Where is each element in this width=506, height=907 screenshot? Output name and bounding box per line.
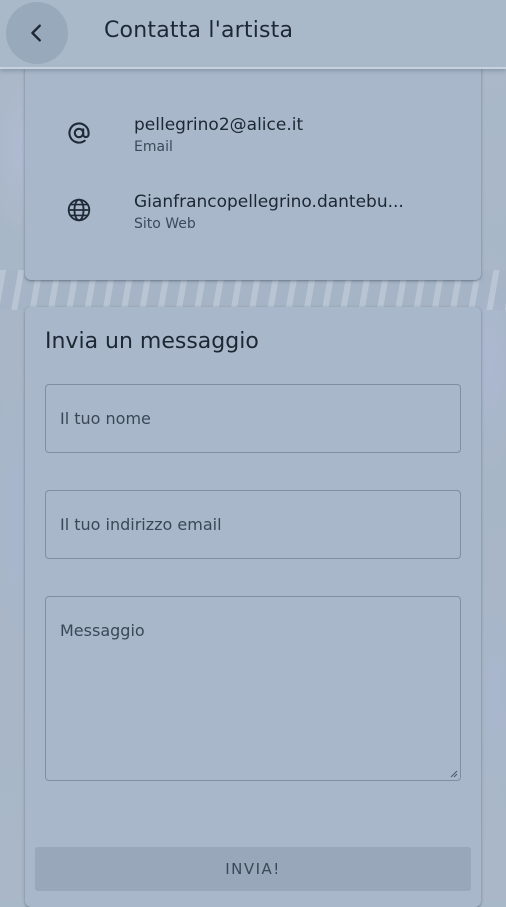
resize-handle-icon[interactable] bbox=[450, 770, 458, 778]
contact-email-label: Email bbox=[134, 139, 173, 155]
message-placeholder: Messaggio bbox=[60, 621, 145, 640]
message-textarea[interactable]: Messaggio bbox=[45, 596, 461, 781]
email-input[interactable]: Il tuo indirizzo email bbox=[45, 490, 461, 559]
name-input[interactable]: Il tuo nome bbox=[45, 384, 461, 453]
name-placeholder: Il tuo nome bbox=[60, 409, 151, 428]
chevron-left-icon bbox=[31, 24, 41, 42]
at-sign-icon bbox=[65, 119, 93, 147]
app-bar: Contatta l'artista bbox=[0, 0, 506, 69]
contact-website-value: Gianfrancopellegrino.dantebu... bbox=[134, 192, 404, 212]
message-form-card: Invia un messaggio Il tuo nome Il tuo in… bbox=[25, 307, 481, 907]
contact-info-card: pellegrino2@alice.it Email Gianfrancopel… bbox=[25, 60, 481, 280]
page-title: Contatta l'artista bbox=[104, 18, 294, 43]
contact-website-row[interactable]: Gianfrancopellegrino.dantebu... Sito Web bbox=[25, 192, 481, 248]
back-button[interactable] bbox=[6, 2, 68, 64]
contact-email-row[interactable]: pellegrino2@alice.it Email bbox=[25, 115, 481, 171]
email-placeholder: Il tuo indirizzo email bbox=[60, 515, 222, 534]
contact-email-value: pellegrino2@alice.it bbox=[134, 115, 304, 135]
globe-icon bbox=[65, 196, 93, 224]
send-button[interactable]: INVIA! bbox=[35, 847, 471, 891]
form-title: Invia un messaggio bbox=[45, 329, 259, 354]
contact-website-label: Sito Web bbox=[134, 216, 196, 232]
